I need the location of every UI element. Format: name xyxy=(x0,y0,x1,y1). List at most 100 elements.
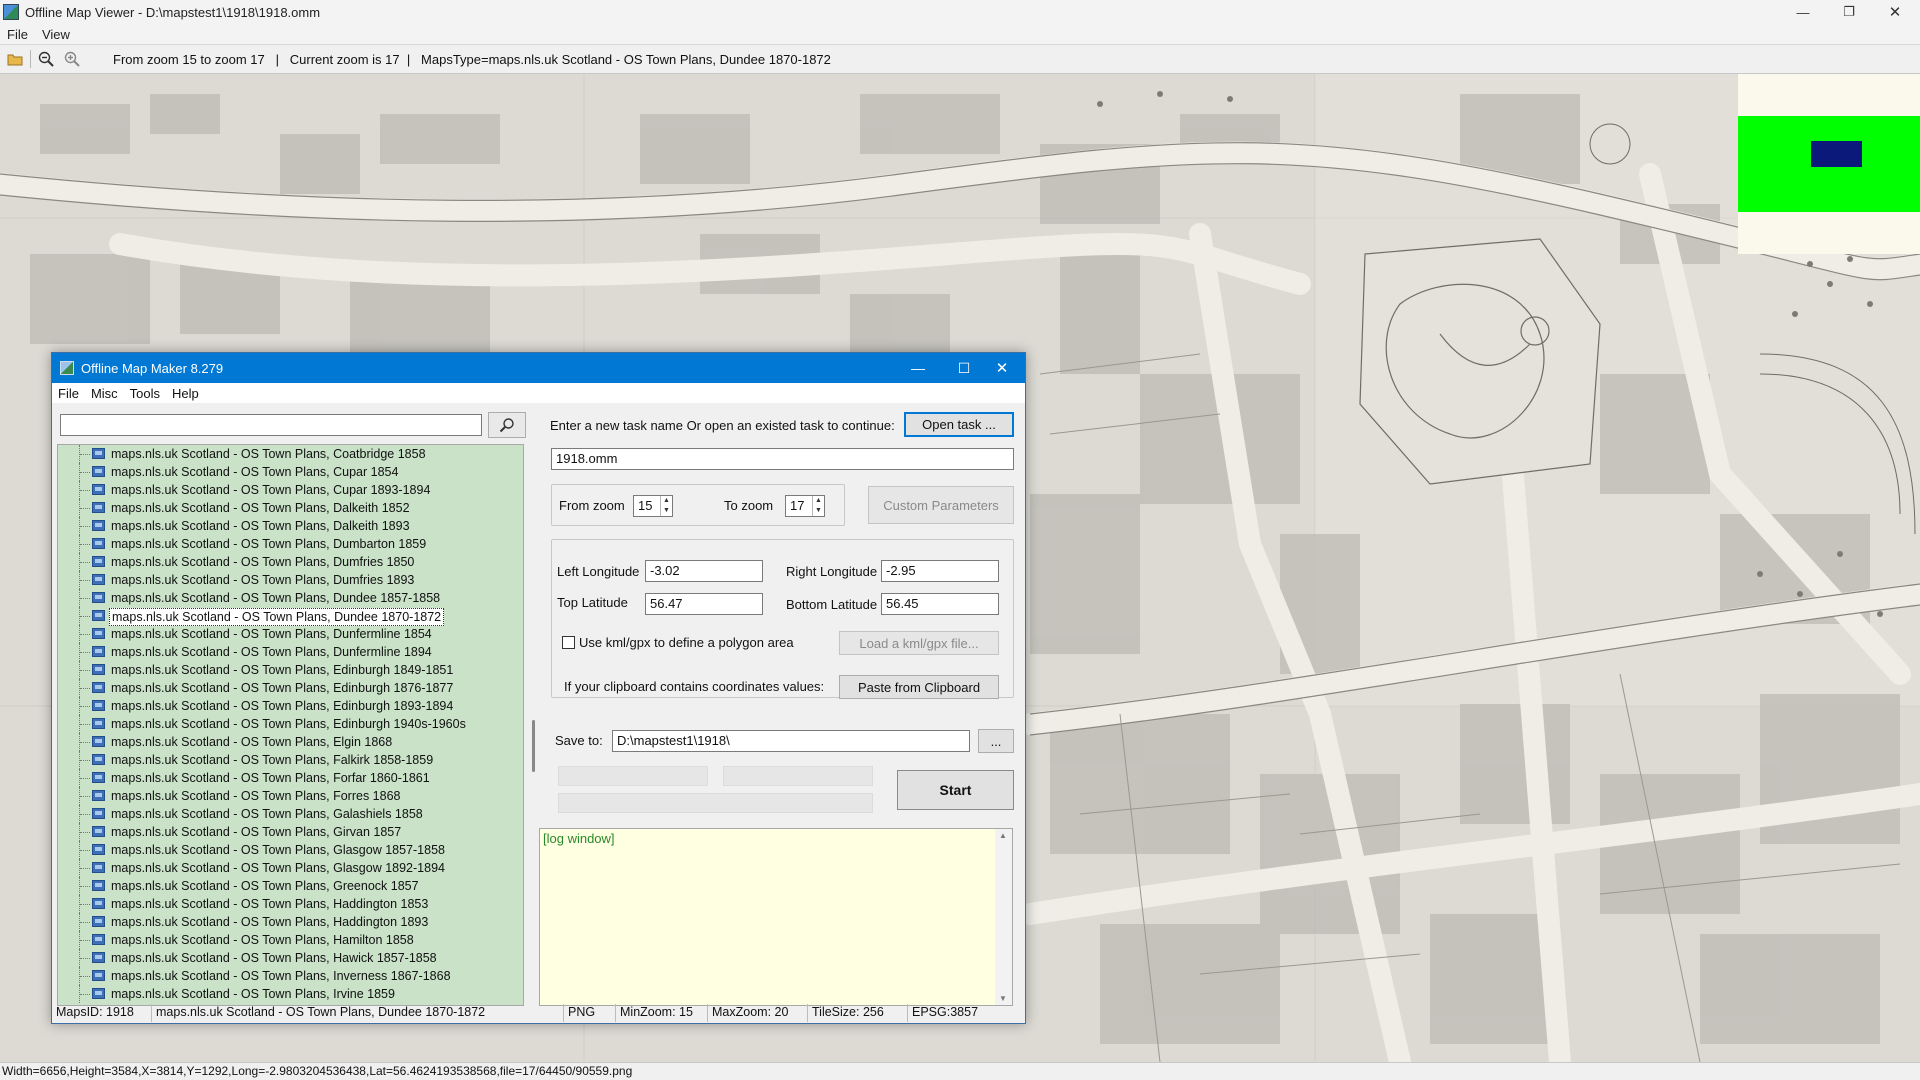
tree-item-label: maps.nls.uk Scotland - OS Town Plans, Ed… xyxy=(111,663,454,677)
tree-item[interactable]: maps.nls.uk Scotland - OS Town Plans, Co… xyxy=(58,445,523,463)
tree-item[interactable]: maps.nls.uk Scotland - OS Town Plans, Gi… xyxy=(58,823,523,841)
left-longitude-input[interactable]: -3.02 xyxy=(645,560,763,582)
tree-item-label: maps.nls.uk Scotland - OS Town Plans, Gr… xyxy=(111,879,419,893)
tree-item-label: maps.nls.uk Scotland - OS Town Plans, El… xyxy=(111,735,393,749)
tree-item[interactable]: maps.nls.uk Scotland - OS Town Plans, Ga… xyxy=(58,805,523,823)
coordinates-status: Width=6656,Height=3584,X=3814,Y=1292,Lon… xyxy=(2,1064,633,1078)
tree-item[interactable]: maps.nls.uk Scotland - OS Town Plans, Du… xyxy=(58,535,523,553)
menu-view[interactable]: View xyxy=(35,27,77,42)
dialog-menu-file[interactable]: File xyxy=(52,386,85,401)
tree-item[interactable]: maps.nls.uk Scotland - OS Town Plans, Du… xyxy=(58,625,523,643)
tree-item[interactable]: maps.nls.uk Scotland - OS Town Plans, Cu… xyxy=(58,481,523,499)
tree-item[interactable]: maps.nls.uk Scotland - OS Town Plans, Fa… xyxy=(58,751,523,769)
spin-down-icon[interactable]: ▼ xyxy=(661,506,672,516)
tree-item[interactable]: maps.nls.uk Scotland - OS Town Plans, Ha… xyxy=(58,931,523,949)
tree-item[interactable]: maps.nls.uk Scotland - OS Town Plans, Gr… xyxy=(58,877,523,895)
minimize-button[interactable]: — xyxy=(1780,0,1826,24)
tree-item-label: maps.nls.uk Scotland - OS Town Plans, Fa… xyxy=(111,753,434,767)
open-folder-button[interactable] xyxy=(4,48,26,70)
tree-item[interactable]: maps.nls.uk Scotland - OS Town Plans, Ir… xyxy=(58,985,523,1003)
top-latitude-input[interactable]: 56.47 xyxy=(645,593,763,615)
right-longitude-label: Right Longitude xyxy=(786,564,878,579)
tree-item[interactable]: maps.nls.uk Scotland - OS Town Plans, Ed… xyxy=(58,661,523,679)
dialog-minimize-button[interactable]: — xyxy=(895,353,941,383)
tree-item-label: maps.nls.uk Scotland - OS Town Plans, Fo… xyxy=(111,771,430,785)
spin-up-icon[interactable]: ▲ xyxy=(661,496,672,506)
dialog-menu-tools[interactable]: Tools xyxy=(124,386,166,401)
tree-item[interactable]: maps.nls.uk Scotland - OS Town Plans, Ed… xyxy=(58,697,523,715)
tree-item[interactable]: maps.nls.uk Scotland - OS Town Plans, Ha… xyxy=(58,913,523,931)
tree-item[interactable]: maps.nls.uk Scotland - OS Town Plans, Ed… xyxy=(58,679,523,697)
load-kml-button[interactable]: Load a kml/gpx file... xyxy=(839,631,999,655)
tree-connector xyxy=(80,580,90,581)
bottom-latitude-input[interactable]: 56.45 xyxy=(881,593,999,615)
tree-item-label: maps.nls.uk Scotland - OS Town Plans, Ed… xyxy=(111,681,454,695)
browse-folder-button[interactable]: ... xyxy=(978,729,1014,753)
task-name-input[interactable]: 1918.omm xyxy=(551,448,1014,470)
clipboard-label: If your clipboard contains coordinates v… xyxy=(564,679,825,694)
dialog-menu-help[interactable]: Help xyxy=(166,386,205,401)
overview-viewport-rect[interactable] xyxy=(1811,141,1862,167)
zoom-in-button[interactable] xyxy=(61,48,83,70)
dialog-close-button[interactable]: ✕ xyxy=(979,353,1025,383)
close-button[interactable]: ✕ xyxy=(1872,0,1918,24)
map-tile-icon xyxy=(92,862,105,873)
custom-parameters-button[interactable]: Custom Parameters xyxy=(868,486,1014,524)
tree-item[interactable]: maps.nls.uk Scotland - OS Town Plans, Du… xyxy=(58,643,523,661)
tree-item[interactable]: maps.nls.uk Scotland - OS Town Plans, Ed… xyxy=(58,715,523,733)
tree-item[interactable]: maps.nls.uk Scotland - OS Town Plans, Ha… xyxy=(58,895,523,913)
tree-item[interactable]: maps.nls.uk Scotland - OS Town Plans, Du… xyxy=(58,589,523,607)
tree-item[interactable]: maps.nls.uk Scotland - OS Town Plans, Da… xyxy=(58,499,523,517)
open-task-button[interactable]: Open task ... xyxy=(904,412,1014,437)
tree-item[interactable]: maps.nls.uk Scotland - OS Town Plans, Fo… xyxy=(58,769,523,787)
tree-item[interactable]: maps.nls.uk Scotland - OS Town Plans, Fo… xyxy=(58,787,523,805)
tree-item[interactable]: maps.nls.uk Scotland - OS Town Plans, Du… xyxy=(58,571,523,589)
map-tile-icon xyxy=(92,502,105,513)
use-kml-checkbox[interactable] xyxy=(562,636,575,649)
use-kml-label: Use kml/gpx to define a polygon area xyxy=(579,635,794,650)
tree-connector xyxy=(80,742,90,743)
log-window[interactable]: [log window] ▲ ▼ xyxy=(539,828,1013,1006)
from-zoom-spinner[interactable]: ▲ ▼ xyxy=(660,496,672,516)
tree-item[interactable]: maps.nls.uk Scotland - OS Town Plans, Cu… xyxy=(58,463,523,481)
tree-item[interactable]: maps.nls.uk Scotland - OS Town Plans, Du… xyxy=(58,607,523,626)
restore-button[interactable]: ❐ xyxy=(1826,0,1872,24)
tree-connector xyxy=(80,796,90,797)
tree-item[interactable]: maps.nls.uk Scotland - OS Town Plans, Du… xyxy=(58,553,523,571)
tree-item[interactable]: maps.nls.uk Scotland - OS Town Plans, Gl… xyxy=(58,841,523,859)
map-tile-icon xyxy=(92,646,105,657)
spin-down-icon[interactable]: ▼ xyxy=(813,506,824,516)
save-to-label: Save to: xyxy=(555,733,603,748)
tree-item[interactable]: maps.nls.uk Scotland - OS Town Plans, Ha… xyxy=(58,949,523,967)
map-search-input[interactable] xyxy=(60,414,482,436)
progress-bar-total xyxy=(558,793,873,813)
log-scrollbar[interactable]: ▲ ▼ xyxy=(995,829,1012,1005)
map-tile-icon xyxy=(92,592,105,603)
tree-item[interactable]: maps.nls.uk Scotland - OS Town Plans, In… xyxy=(58,967,523,985)
tree-item[interactable]: maps.nls.uk Scotland - OS Town Plans, Gl… xyxy=(58,859,523,877)
tile-size-status: TileSize: 256 xyxy=(808,1004,908,1022)
scroll-down-icon[interactable]: ▼ xyxy=(999,994,1007,1003)
start-button[interactable]: Start xyxy=(897,770,1014,810)
search-button[interactable] xyxy=(488,412,526,438)
tree-item[interactable]: maps.nls.uk Scotland - OS Town Plans, Da… xyxy=(58,517,523,535)
right-longitude-input[interactable]: -2.95 xyxy=(881,560,999,582)
overview-minimap[interactable] xyxy=(1738,74,1920,254)
main-statusbar: Width=6656,Height=3584,X=3814,Y=1292,Lon… xyxy=(0,1062,1920,1080)
save-path-input[interactable]: D:\mapstest1\1918\ xyxy=(612,730,970,752)
tree-scroll-thumb[interactable] xyxy=(532,720,535,772)
map-tile-icon xyxy=(92,484,105,495)
tree-item-label: maps.nls.uk Scotland - OS Town Plans, Ha… xyxy=(111,915,429,929)
scroll-up-icon[interactable]: ▲ xyxy=(999,831,1007,840)
zoom-out-button[interactable] xyxy=(35,48,57,70)
task-prompt-label: Enter a new task name Or open an existed… xyxy=(550,418,895,433)
map-tile-icon xyxy=(92,898,105,909)
paste-from-clipboard-button[interactable]: Paste from Clipboard xyxy=(839,675,999,699)
tree-item[interactable]: maps.nls.uk Scotland - OS Town Plans, El… xyxy=(58,733,523,751)
to-zoom-spinner[interactable]: ▲ ▼ xyxy=(812,496,824,516)
map-type-tree[interactable]: maps.nls.uk Scotland - OS Town Plans, Co… xyxy=(57,444,524,1006)
dialog-menu-misc[interactable]: Misc xyxy=(85,386,124,401)
offline-map-maker-dialog: Offline Map Maker 8.279 — ☐ ✕ File Misc … xyxy=(51,352,1026,1024)
spin-up-icon[interactable]: ▲ xyxy=(813,496,824,506)
menu-file[interactable]: File xyxy=(0,27,35,42)
